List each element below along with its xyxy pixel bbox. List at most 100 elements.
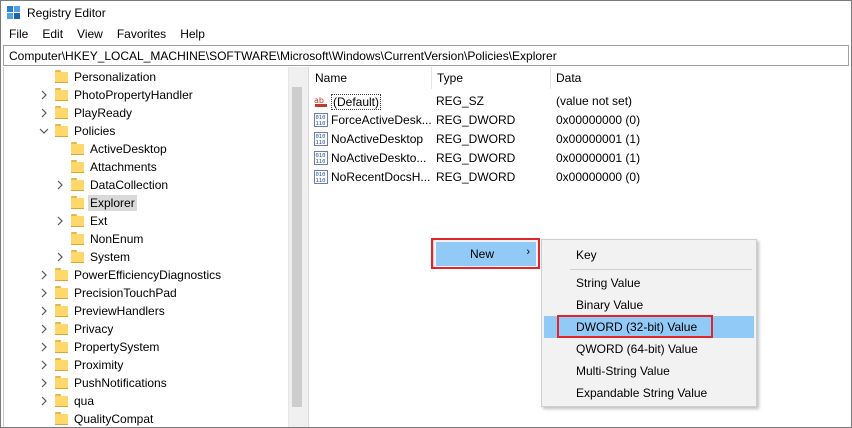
tree-scrollbar-thumb[interactable] (292, 87, 302, 407)
tree-item-powerefficiencydiagnostics[interactable]: PowerEfficiencyDiagnostics (1, 266, 288, 284)
value-row[interactable]: 010 110 ForceActiveDesk... REG_DWORD 0x00000… (310, 111, 851, 129)
menu-view[interactable]: View (70, 25, 110, 45)
tree-item-label: PhotoPropertyHandler (74, 88, 193, 102)
chevron-right-icon[interactable] (39, 356, 49, 374)
folder-icon (71, 250, 84, 263)
tree-item-label: PowerEfficiencyDiagnostics (74, 268, 222, 282)
value-type: REG_DWORD (436, 151, 516, 165)
value-row[interactable]: ab (Default) REG_SZ (value not set) (310, 92, 851, 110)
value-name: NoActiveDeskto... (331, 151, 427, 165)
folder-icon (71, 214, 84, 227)
tree-item-pushnotifications[interactable]: PushNotifications (1, 374, 288, 392)
submenu-item-binary-value[interactable]: Binary Value (544, 294, 754, 316)
chevron-right-icon[interactable] (39, 392, 49, 410)
tree-item-label: PlayReady (74, 106, 133, 120)
chevron-right-icon[interactable] (55, 212, 65, 230)
title-bar[interactable]: Registry Editor (1, 1, 851, 25)
binary-value-icon: 010 110 (314, 113, 328, 127)
tree-item-nonenum[interactable]: NonEnum (1, 230, 288, 248)
chevron-right-icon[interactable] (39, 302, 49, 320)
folder-icon (71, 160, 84, 173)
tree-item-system[interactable]: System (1, 248, 288, 266)
tree-item-activedesktop[interactable]: ActiveDesktop (1, 140, 288, 158)
folder-icon (55, 376, 68, 389)
tree-item-propertysystem[interactable]: PropertySystem (1, 338, 288, 356)
tree-item-label: ActiveDesktop (90, 142, 167, 156)
tree-item-attachments[interactable]: Attachments (1, 158, 288, 176)
folder-icon (55, 412, 68, 425)
binary-value-icon: 010 110 (314, 132, 328, 146)
chevron-right-icon[interactable] (39, 284, 49, 302)
submenu-item-qword-64-bit-value[interactable]: QWORD (64-bit) Value (544, 338, 754, 360)
chevron-right-icon[interactable] (55, 176, 65, 194)
chevron-right-icon[interactable] (55, 248, 65, 266)
menu-help[interactable]: Help (173, 25, 212, 45)
value-row[interactable]: 010 110 NoActiveDeskto... REG_DWORD 0x000000… (310, 149, 851, 167)
chevron-right-icon[interactable] (39, 374, 49, 392)
folder-icon (71, 232, 84, 245)
submenu-item-label: Expandable String Value (576, 386, 708, 400)
tree-item-previewhandlers[interactable]: PreviewHandlers (1, 302, 288, 320)
svg-text:110: 110 (316, 178, 326, 184)
menu-edit[interactable]: Edit (35, 25, 70, 45)
value-data: 0x00000001 (1) (556, 151, 641, 165)
tree-item-ext[interactable]: Ext (1, 212, 288, 230)
chevron-right-icon[interactable] (39, 266, 49, 284)
chevron-down-icon[interactable] (39, 122, 49, 140)
binary-value-icon: 010 110 (314, 170, 328, 184)
folder-icon (55, 268, 68, 281)
chevron-right-icon[interactable] (39, 104, 49, 122)
pane-splitter[interactable] (305, 67, 309, 427)
column-header-data[interactable]: Data (551, 67, 851, 89)
svg-text:ab: ab (314, 96, 324, 105)
column-header-name[interactable]: Name (310, 67, 432, 89)
column-header-type[interactable]: Type (432, 67, 551, 89)
value-data: 0x00000000 (0) (556, 170, 641, 184)
submenu-item-key[interactable]: Key (544, 244, 754, 266)
tree-item-datacollection[interactable]: DataCollection (1, 176, 288, 194)
menu-favorites[interactable]: Favorites (110, 25, 173, 45)
folder-icon (71, 142, 84, 155)
tree-item-label: System (90, 250, 131, 264)
tree-item-label: Ext (90, 214, 108, 228)
tree-item-label: Attachments (90, 160, 157, 174)
menu-bar: File Edit View Favorites Help (1, 25, 851, 45)
menu-file[interactable]: File (1, 25, 35, 45)
submenu-item-multi-string-value[interactable]: Multi-String Value (544, 360, 754, 382)
submenu-separator (570, 269, 752, 270)
chevron-right-icon[interactable] (39, 86, 49, 104)
submenu-item-label: Multi-String Value (576, 364, 670, 378)
submenu-item-expandable-string-value[interactable]: Expandable String Value (544, 382, 754, 404)
tree-item-explorer[interactable]: Explorer (1, 194, 288, 212)
tree-item-privacy[interactable]: Privacy (1, 320, 288, 338)
tree-item-precisiontouchpad[interactable]: PrecisionTouchPad (1, 284, 288, 302)
tree-item-policies[interactable]: Policies (1, 122, 288, 140)
value-name: (Default) (331, 94, 382, 110)
value-type: REG_DWORD (436, 132, 516, 146)
value-name: NoRecentDocsH... (331, 170, 431, 184)
submenu-item-string-value[interactable]: String Value (544, 272, 754, 294)
address-bar[interactable]: Computer\HKEY_LOCAL_MACHINE\SOFTWARE\Mic… (3, 45, 849, 66)
tree-item-playready[interactable]: PlayReady (1, 104, 288, 122)
tree-item-label: PropertySystem (74, 340, 160, 354)
folder-icon (55, 358, 68, 371)
folder-icon (55, 340, 68, 353)
value-row[interactable]: 010 110 NoRecentDocsH... REG_DWORD 0x0000000… (310, 168, 851, 186)
folder-icon (55, 304, 68, 317)
tree-item-label: DataCollection (90, 178, 169, 192)
value-row[interactable]: 010 110 NoActiveDesktop REG_DWORD 0x00000001… (310, 130, 851, 148)
tree-item-photopropertyhandler[interactable]: PhotoPropertyHandler (1, 86, 288, 104)
tree-item-qualitycompat[interactable]: QualityCompat (1, 410, 288, 427)
folder-icon (55, 106, 68, 119)
tree-item-qua[interactable]: qua (1, 392, 288, 410)
tree-item-proximity[interactable]: Proximity (1, 356, 288, 374)
tree-item-label: Explorer (88, 195, 137, 211)
folder-icon (55, 286, 68, 299)
folder-icon (71, 196, 84, 209)
submenu-item-label: Key (576, 248, 597, 262)
registry-key-tree[interactable]: Personalization PhotoPropertyHandler PlayR… (1, 67, 305, 427)
tree-scrollbar[interactable] (288, 67, 305, 427)
chevron-right-icon[interactable] (39, 338, 49, 356)
chevron-right-icon[interactable] (39, 320, 49, 338)
tree-item-personalization[interactable]: Personalization (1, 68, 288, 86)
